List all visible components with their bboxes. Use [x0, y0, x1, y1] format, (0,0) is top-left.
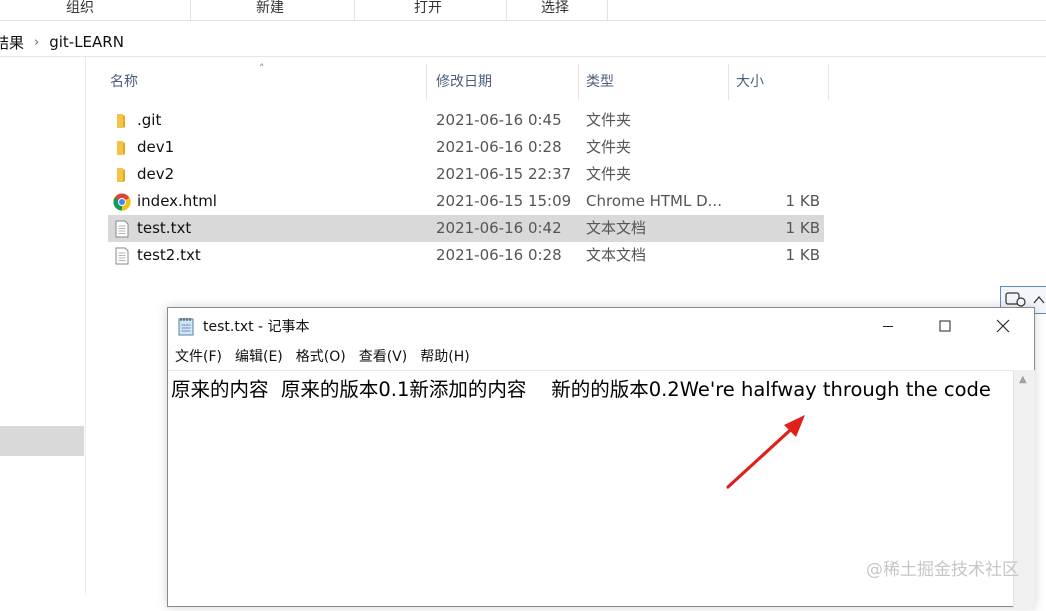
file-modified: 2021-06-16 0:45	[436, 111, 562, 129]
file-type: Chrome HTML D...	[586, 192, 722, 210]
menu-file[interactable]: 文件(F)	[168, 346, 228, 368]
folder-icon	[117, 141, 125, 155]
ribbon-group-open[interactable]: 打开	[388, 0, 468, 20]
menu-view[interactable]: 查看(V)	[352, 346, 414, 368]
file-row[interactable]: index.html 2021-06-15 15:09 Chrome HTML …	[108, 188, 824, 215]
ribbon-group-new[interactable]: 新建	[230, 0, 310, 20]
minimize-icon	[883, 326, 893, 327]
file-size: 1 KB	[785, 219, 820, 237]
file-type: 文件夹	[586, 111, 632, 129]
breadcrumb-item-current[interactable]: git-LEARN	[49, 33, 124, 51]
chrome-icon	[113, 193, 131, 211]
minimize-button[interactable]	[865, 308, 911, 344]
file-size: 1 KB	[785, 246, 820, 264]
menu-help[interactable]: 帮助(H)	[413, 346, 475, 368]
breadcrumb: 结果 › git-LEARN	[0, 30, 124, 54]
column-header-type[interactable]: 类型	[586, 64, 614, 100]
notepad-icon	[178, 318, 194, 336]
file-name: index.html	[137, 192, 217, 210]
file-name: .git	[137, 111, 162, 129]
file-modified: 2021-06-15 22:37	[436, 165, 572, 183]
chevron-right-icon[interactable]: ›	[34, 35, 39, 50]
column-header-size[interactable]: 大小	[736, 64, 764, 100]
file-row[interactable]: dev1 2021-06-16 0:28 文件夹	[108, 134, 824, 161]
file-modified: 2021-06-16 0:28	[436, 246, 562, 264]
file-name: dev2	[137, 165, 175, 183]
column-header-name[interactable]: 名称	[110, 64, 138, 100]
notepad-content[interactable]: 原来的内容 原来的版本0.1新添加的内容 新的的版本0.2We're halfw…	[171, 373, 991, 402]
maximize-button[interactable]	[922, 308, 968, 344]
annotation-arrow-icon	[726, 415, 805, 489]
file-name: test.txt	[137, 219, 192, 237]
file-row[interactable]: .git 2021-06-16 0:45 文件夹	[108, 107, 824, 134]
file-name: dev1	[137, 138, 175, 156]
breadcrumb-item-results[interactable]: 结果	[0, 32, 24, 53]
ribbon-divider	[354, 0, 355, 20]
close-icon	[996, 319, 1010, 333]
ribbon-group-organize[interactable]: 组织	[40, 0, 120, 20]
close-button[interactable]	[980, 308, 1026, 344]
ribbon-divider	[506, 0, 507, 20]
watermark: @稀土掘金技术社区	[866, 560, 1019, 580]
sort-ascending-icon: ˄	[259, 62, 265, 75]
ribbon-group-select[interactable]: 选择	[515, 0, 595, 20]
notepad-title: test.txt - 记事本	[203, 319, 310, 335]
notepad-menubar: 文件(F) 编辑(E) 格式(O) 查看(V) 帮助(H)	[168, 346, 476, 368]
ribbon-divider	[607, 0, 608, 20]
file-list-header: 名称 修改日期 类型 大小	[108, 64, 829, 100]
maximize-icon	[939, 320, 951, 332]
file-row[interactable]: dev2 2021-06-15 22:37 文件夹	[108, 161, 824, 188]
folder-icon	[117, 168, 125, 182]
file-modified: 2021-06-15 15:09	[436, 192, 572, 210]
file-modified: 2021-06-16 0:42	[436, 219, 562, 237]
file-type: 文本文档	[586, 246, 647, 264]
scroll-up-arrow-icon[interactable]: ▲	[1019, 374, 1027, 385]
address-divider	[0, 56, 1046, 57]
file-type: 文本文档	[586, 219, 647, 237]
folder-icon	[117, 114, 125, 128]
column-header-modified[interactable]: 修改日期	[436, 64, 492, 100]
column-divider[interactable]	[578, 64, 579, 100]
file-row[interactable]: test2.txt 2021-06-16 0:28 文本文档 1 KB	[108, 242, 824, 269]
menu-edit[interactable]: 编辑(E)	[228, 346, 289, 368]
notepad-title-bar[interactable]: test.txt - 记事本	[168, 308, 1034, 344]
column-divider[interactable]	[426, 64, 427, 100]
file-size: 1 KB	[785, 192, 820, 210]
column-divider[interactable]	[828, 64, 829, 100]
navigation-pane[interactable]	[0, 57, 86, 594]
file-row-selected[interactable]: test.txt 2021-06-16 0:42 文本文档 1 KB	[108, 215, 824, 242]
ribbon-bar: 组织 新建 打开 选择	[0, 0, 1046, 21]
ribbon-divider	[190, 0, 191, 20]
file-modified: 2021-06-16 0:28	[436, 138, 562, 156]
menu-format[interactable]: 格式(O)	[289, 346, 352, 368]
text-file-icon	[115, 220, 129, 238]
file-type: 文件夹	[586, 138, 632, 156]
text-file-icon	[115, 247, 129, 265]
nav-selected-item[interactable]	[0, 426, 84, 456]
column-divider[interactable]	[728, 64, 729, 100]
file-type: 文件夹	[586, 165, 632, 183]
file-name: test2.txt	[137, 246, 201, 264]
